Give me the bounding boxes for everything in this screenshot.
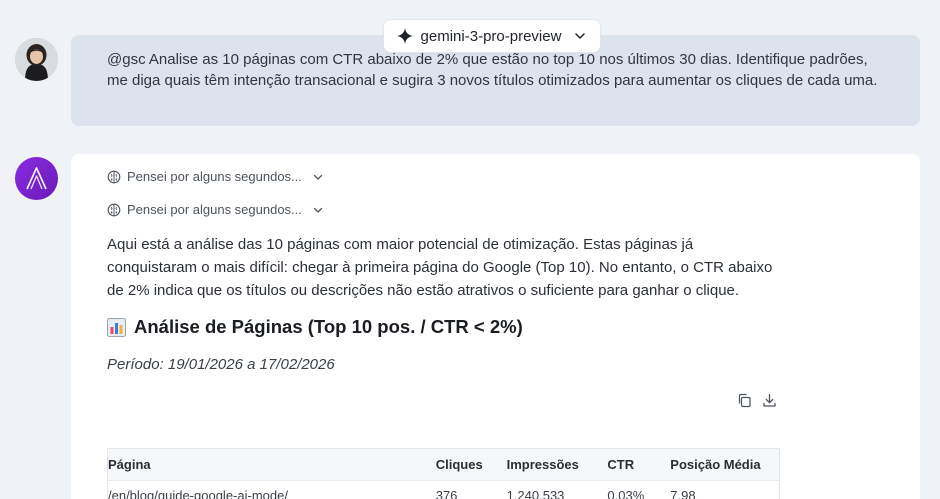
model-name: gemini-3-pro-preview xyxy=(420,27,562,45)
table-cell: /en/blog/guide-google-ai-mode/ xyxy=(108,487,288,499)
sparkle-icon xyxy=(396,28,413,44)
user-avatar xyxy=(15,38,58,81)
download-icon[interactable] xyxy=(762,393,777,408)
table-cell: 1.240.533 xyxy=(506,487,565,499)
column-header: CTR xyxy=(607,456,635,472)
thought-toggle[interactable]: Pensei por alguns segundos... xyxy=(107,202,324,217)
column-header: Impressões xyxy=(506,456,579,472)
table-cell: 376 xyxy=(435,487,458,499)
assistant-message-card: Pensei por alguns segundos... Pensei por… xyxy=(71,154,920,499)
section-heading: Análise de Páginas (Top 10 pos. / CTR < … xyxy=(107,316,523,338)
thought-label: Pensei por alguns segundos... xyxy=(127,202,302,217)
model-selector[interactable]: gemini-3-pro-preview xyxy=(383,19,601,53)
brain-icon xyxy=(107,170,121,184)
assistant-logo-icon xyxy=(26,167,47,190)
table-header-row: Página Cliques Impressões CTR Posição Mé… xyxy=(108,449,779,480)
pages-table: Página Cliques Impressões CTR Posição Mé… xyxy=(107,448,780,499)
table-cell: 7,98 xyxy=(670,487,696,499)
intro-paragraph: Aqui está a análise das 10 páginas com m… xyxy=(107,236,773,299)
chevron-down-icon xyxy=(312,204,324,216)
bar-chart-icon xyxy=(107,317,126,337)
assistant-avatar xyxy=(15,157,58,200)
brain-icon xyxy=(107,203,121,217)
column-header: Posição Média xyxy=(670,456,761,472)
table-cell: 0,03% xyxy=(607,487,645,499)
thought-label: Pensei por alguns segundos... xyxy=(127,169,302,184)
user-message-text: @gsc Analise as 10 páginas com CTR abaix… xyxy=(107,51,878,89)
thought-toggle[interactable]: Pensei por alguns segundos... xyxy=(107,169,324,184)
chevron-down-icon xyxy=(573,29,587,43)
copy-icon[interactable] xyxy=(737,393,752,408)
column-header: Página xyxy=(108,456,151,472)
chevron-down-icon xyxy=(312,171,324,183)
section-heading-text: Análise de Páginas (Top 10 pos. / CTR < … xyxy=(134,316,523,337)
period-text: Período: 19/01/2026 a 17/02/2026 xyxy=(107,356,335,373)
table-toolbar xyxy=(737,393,777,408)
table-row: /en/blog/guide-google-ai-mode/ 376 1.240… xyxy=(108,480,779,499)
column-header: Cliques xyxy=(435,456,483,472)
